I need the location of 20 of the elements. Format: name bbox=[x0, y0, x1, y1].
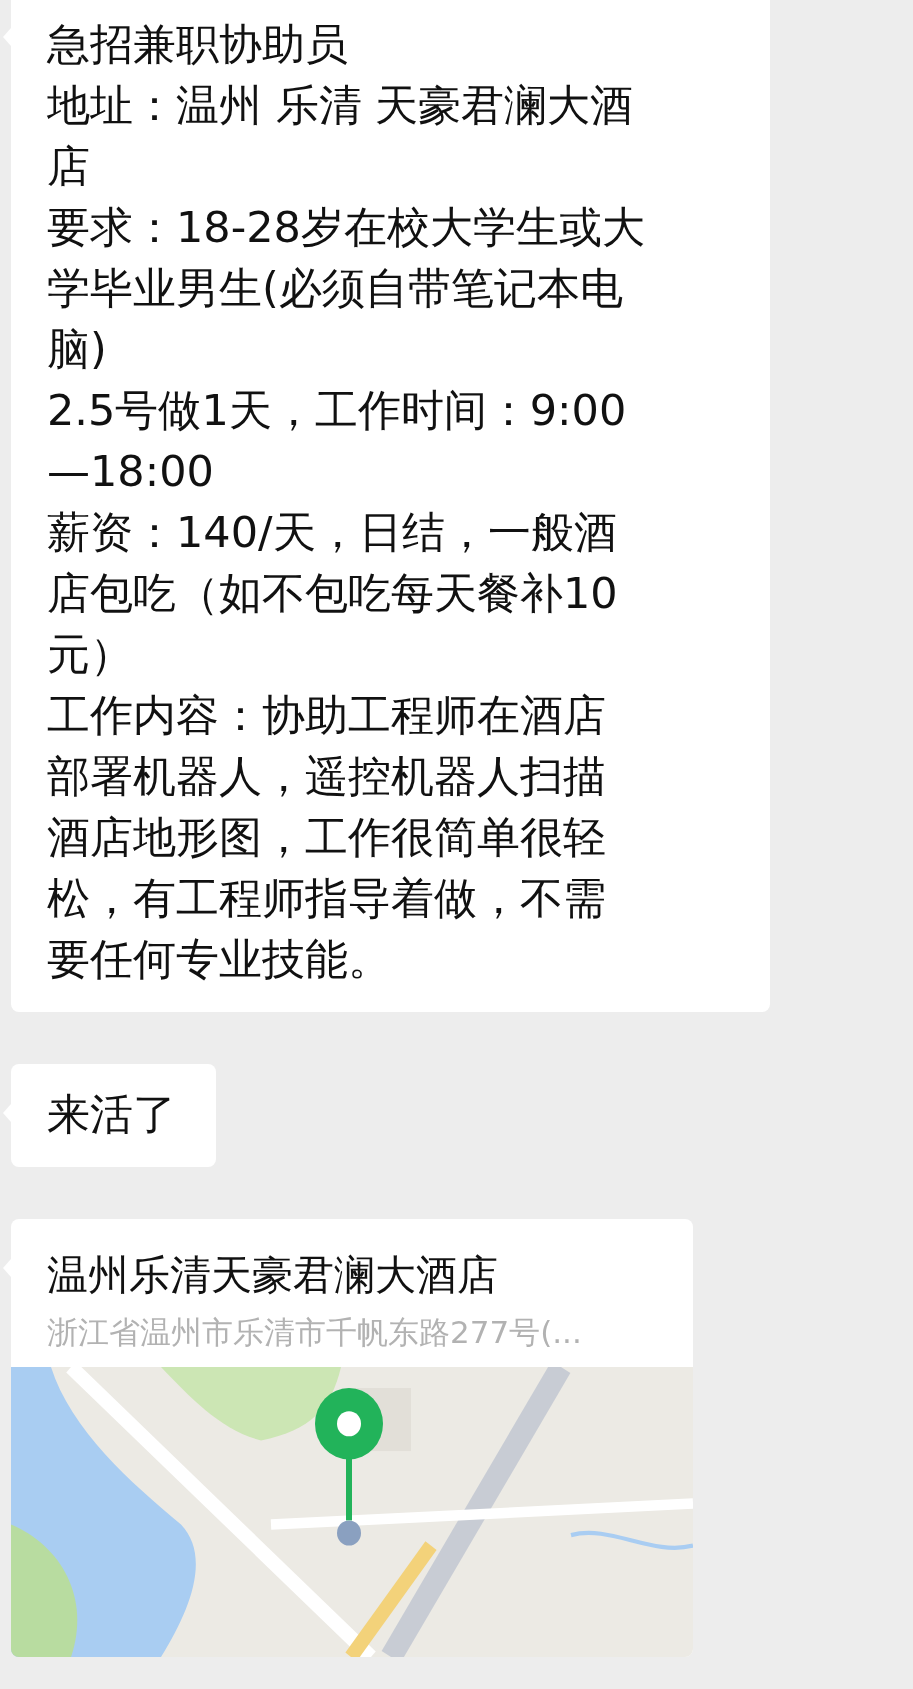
message-text: 酒店地形图，工作很简单很轻 bbox=[47, 811, 607, 864]
message-text: —18:00 bbox=[47, 445, 215, 498]
message-text: 薪资：140/天，日结，一般酒 bbox=[47, 506, 618, 559]
message-text: 工作内容：协助工程师在酒店 bbox=[47, 689, 607, 742]
message-text: 学毕业男生(必须自带笔记本电 bbox=[47, 262, 624, 315]
message-text: 脑) bbox=[47, 323, 108, 376]
location-title: 温州乐清天豪君澜大酒店 bbox=[46, 1250, 499, 1301]
message-text: 店 bbox=[47, 140, 91, 193]
location-address: 浙江省温州市乐清市千帆东路277号(... bbox=[46, 1313, 583, 1352]
message-text: 部署机器人，遥控机器人扫描 bbox=[47, 750, 607, 803]
message-text: 地址：温州 乐清 天豪君澜大酒 bbox=[47, 79, 635, 132]
message-text: 要求：18-28岁在校大学生或大 bbox=[47, 201, 646, 254]
message-text: 松，有工程师指导着做，不需 bbox=[47, 872, 607, 925]
message-text: 元） bbox=[47, 628, 134, 681]
message-text: 急招兼职协助员 bbox=[47, 18, 349, 71]
message-text: 2.5号做1天，工作时间：9:00 bbox=[47, 384, 628, 437]
message-text: 要任何专业技能。 bbox=[47, 933, 392, 986]
message-text: 来活了 bbox=[47, 1088, 176, 1141]
location-card[interactable]: 温州乐清天豪君澜大酒店 浙江省温州市乐清市千帆东路277号(... bbox=[11, 1219, 693, 1657]
message-text: 店包吃（如不包吃每天餐补10 bbox=[47, 567, 619, 620]
